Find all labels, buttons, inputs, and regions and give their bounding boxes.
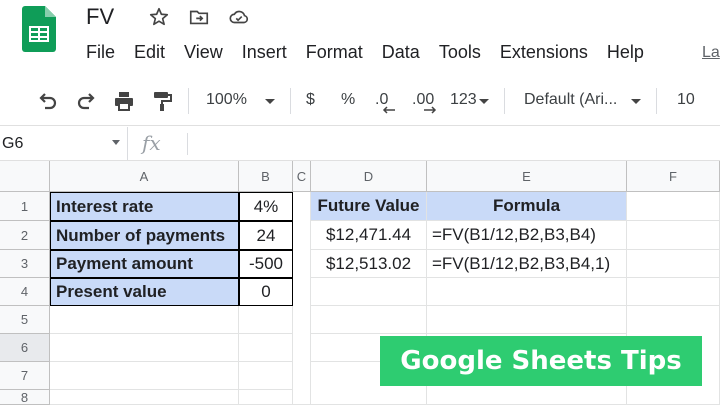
cell-b3[interactable]: -500 [239, 250, 293, 278]
row-header-7[interactable]: 7 [0, 362, 50, 390]
row-header-6[interactable]: 6 [0, 334, 50, 362]
name-box-value: G6 [2, 135, 24, 152]
row-header-8[interactable]: 8 [0, 390, 50, 405]
percent-format-button[interactable]: % [341, 91, 355, 109]
cell-b6[interactable] [239, 334, 293, 362]
document-title[interactable]: FV [86, 4, 114, 30]
cloud-saved-icon[interactable] [228, 6, 250, 28]
chevron-down-icon[interactable] [264, 89, 276, 113]
more-formats-button[interactable]: 123 [450, 91, 477, 109]
cell-f2[interactable] [627, 221, 720, 250]
cell-d4[interactable] [311, 278, 427, 306]
cell-b7[interactable] [239, 362, 293, 390]
banner-text: Google Sheets Tips [400, 346, 682, 376]
paint-format-icon[interactable] [150, 89, 174, 113]
sheets-logo-icon[interactable] [22, 6, 56, 52]
menu-file[interactable]: File [86, 42, 115, 66]
cell-e2[interactable]: =FV(B1/12,B2,B3,B4) [427, 221, 627, 250]
menu-extensions[interactable]: Extensions [500, 42, 588, 66]
cell-a7[interactable] [50, 362, 239, 390]
currency-format-button[interactable]: $ [306, 91, 315, 109]
menu-edit[interactable]: Edit [134, 42, 165, 66]
cell-f3[interactable] [627, 250, 720, 278]
zoom-select[interactable]: 100% [206, 91, 247, 109]
formula-separator [187, 133, 188, 155]
toolbar-separator [504, 88, 505, 114]
cell-a8[interactable] [50, 390, 239, 405]
cell-b2[interactable]: 24 [239, 221, 293, 250]
cell-d2[interactable]: $12,471.44 [311, 221, 427, 250]
select-all-corner[interactable] [0, 161, 50, 192]
font-size-input[interactable]: 10 [677, 91, 695, 109]
star-icon[interactable] [148, 6, 170, 28]
cell-a4[interactable]: Present value [50, 278, 239, 306]
fx-icon: fx [142, 131, 161, 155]
tips-banner: Google Sheets Tips [380, 336, 702, 386]
chevron-down-icon[interactable] [112, 140, 120, 145]
row-header-3[interactable]: 3 [0, 250, 50, 278]
column-header-d[interactable]: D [311, 161, 427, 192]
cell-e4[interactable] [427, 278, 627, 306]
toolbar-separator [656, 88, 657, 114]
cell-d3[interactable]: $12,513.02 [311, 250, 427, 278]
last-edit-link[interactable]: La [702, 44, 720, 62]
cell-f4[interactable] [627, 278, 720, 306]
column-header-c[interactable]: C [293, 161, 311, 192]
cell-a1[interactable]: Interest rate [50, 192, 239, 221]
row-header-5[interactable]: 5 [0, 306, 50, 334]
row-header-1[interactable]: 1 [0, 192, 50, 221]
cell-f1[interactable] [627, 192, 720, 221]
cell-e1[interactable]: Formula [427, 192, 627, 221]
menu-help[interactable]: Help [607, 42, 644, 66]
cell-b4[interactable]: 0 [239, 278, 293, 306]
cell-a6[interactable] [50, 334, 239, 362]
cell-a5[interactable] [50, 306, 239, 334]
title-bar: FV File Edit View Insert Format Data Too… [0, 0, 720, 76]
menu-bar: File Edit View Insert Format Data Tools … [86, 42, 663, 66]
cell-d1[interactable]: Future Value [311, 192, 427, 221]
column-header-b[interactable]: B [239, 161, 293, 192]
arrow-left-icon [382, 106, 395, 114]
undo-icon[interactable] [36, 89, 60, 113]
cell-a2[interactable]: Number of payments [50, 221, 239, 250]
cell-e3[interactable]: =FV(B1/12,B2,B3,B4,1) [427, 250, 627, 278]
formula-bar: G6 fx [0, 127, 720, 161]
toolbar-separator [188, 88, 189, 114]
cell-a3[interactable]: Payment amount [50, 250, 239, 278]
chevron-down-icon[interactable] [630, 89, 642, 113]
row-header-2[interactable]: 2 [0, 221, 50, 250]
toolbar: 100% $ % .0 .00 123 Default (Ari... 10 [0, 76, 720, 126]
row-header-4[interactable]: 4 [0, 278, 50, 306]
cell-b1[interactable]: 4% [239, 192, 293, 221]
toolbar-separator [290, 88, 291, 114]
print-icon[interactable] [112, 89, 136, 113]
menu-insert[interactable]: Insert [242, 42, 287, 66]
name-box[interactable]: G6 [0, 127, 128, 160]
move-to-folder-icon[interactable] [188, 6, 210, 28]
chevron-down-icon[interactable] [478, 89, 490, 113]
font-select[interactable]: Default (Ari... [524, 91, 617, 109]
menu-view[interactable]: View [184, 42, 223, 66]
menu-tools[interactable]: Tools [439, 42, 481, 66]
cell-b8[interactable] [239, 390, 293, 405]
column-header-f[interactable]: F [627, 161, 720, 192]
menu-format[interactable]: Format [306, 42, 363, 66]
column-header-a[interactable]: A [50, 161, 239, 192]
cell-b5[interactable] [239, 306, 293, 334]
menu-data[interactable]: Data [382, 42, 420, 66]
cell-d5[interactable] [311, 306, 427, 334]
column-header-e[interactable]: E [427, 161, 627, 192]
column-c-cells[interactable] [293, 192, 311, 405]
redo-icon[interactable] [74, 89, 98, 113]
arrow-right-icon [424, 106, 437, 114]
cell-e5[interactable] [427, 306, 627, 334]
